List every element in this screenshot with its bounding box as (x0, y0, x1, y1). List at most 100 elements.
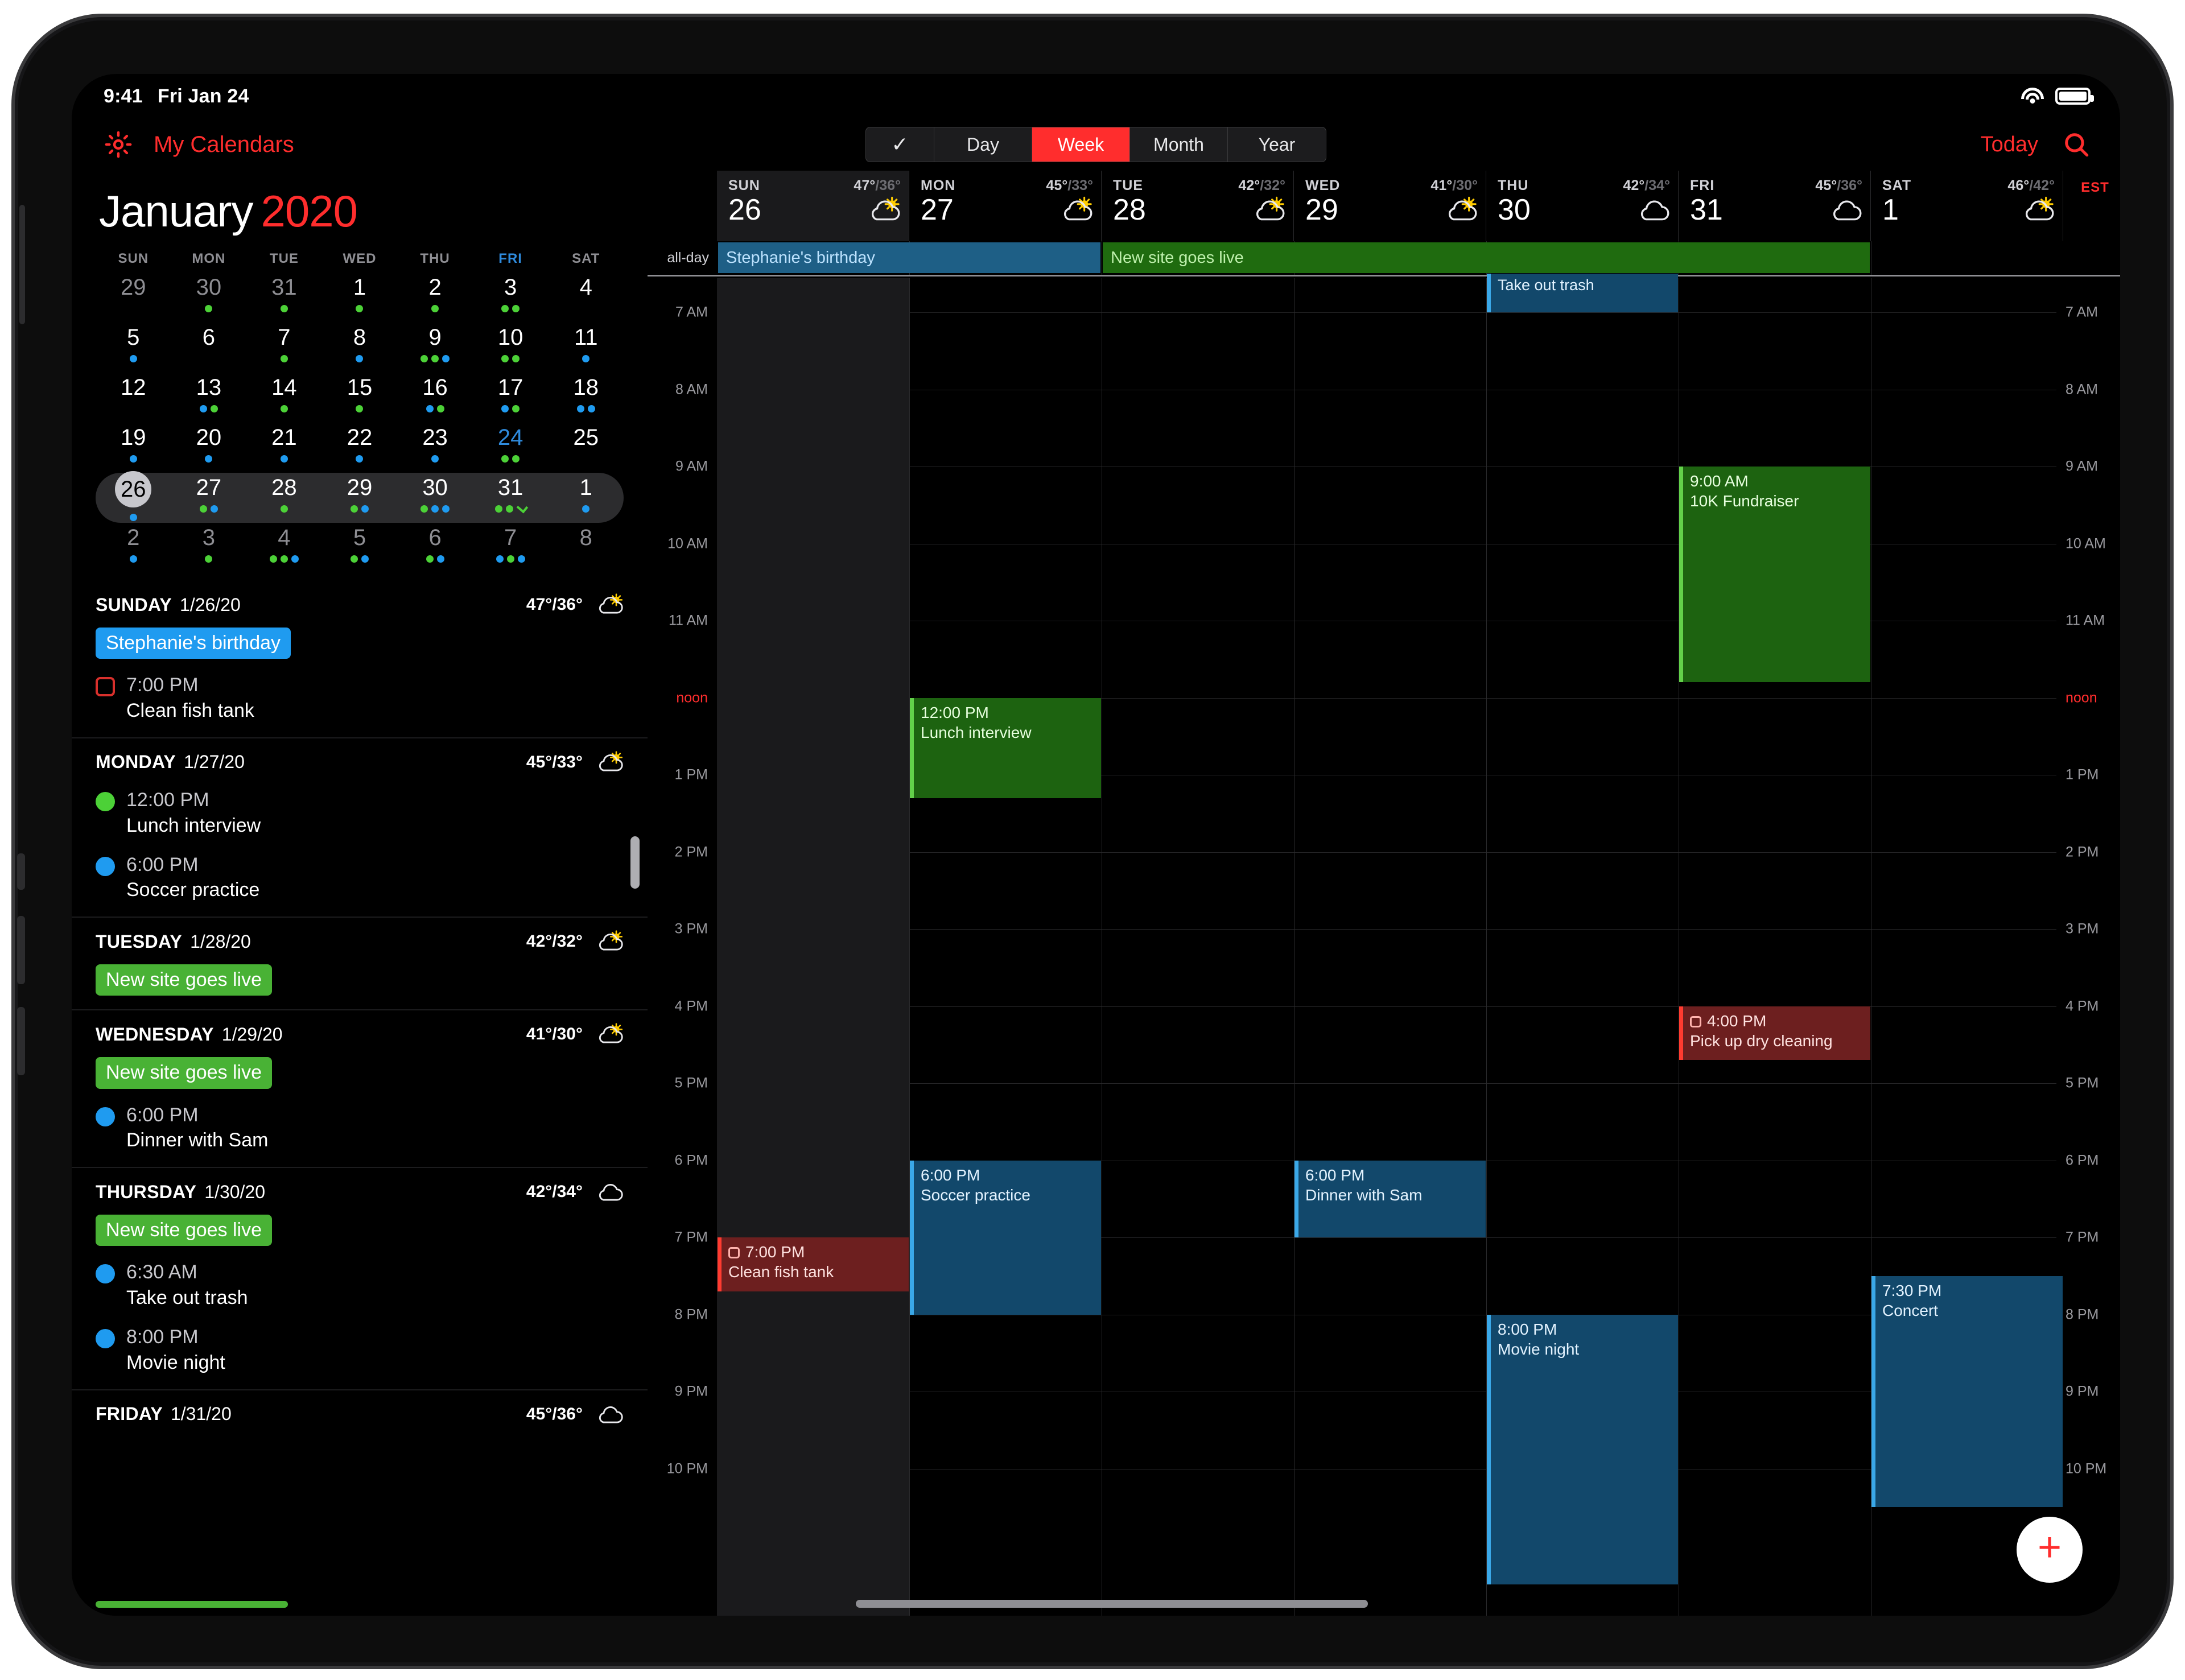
week-event[interactable]: 6:00 PMSoccer practice (910, 1161, 1101, 1315)
mini-cal-day-2[interactable]: 2 (397, 273, 473, 323)
tab-week[interactable]: Week (1032, 127, 1130, 162)
agenda-event-item[interactable]: 7:00 PMClean fish tank (96, 672, 624, 724)
week-event[interactable]: 9:00 AM10K Fundraiser (1679, 467, 1870, 682)
mini-cal-day-19[interactable]: 19 (96, 423, 171, 473)
search-icon[interactable] (2062, 130, 2091, 159)
mini-cal-day-9[interactable]: 9 (397, 323, 473, 373)
mini-cal-day-31[interactable]: 31 (246, 273, 322, 323)
mini-cal-event-dots (200, 404, 218, 412)
mini-cal-day-11[interactable]: 11 (548, 323, 624, 373)
mini-cal-day-5[interactable]: 5 (322, 523, 398, 573)
agenda-allday-event[interactable]: New site goes live (96, 1057, 272, 1088)
mini-cal-day-5[interactable]: 5 (96, 323, 171, 373)
mini-cal-day-30[interactable]: 30 (397, 473, 473, 523)
agenda-allday-event[interactable]: New site goes live (96, 964, 272, 996)
mini-cal-day-4[interactable]: 4 (246, 523, 322, 573)
week-day-column-header-sat[interactable]: SAT46°/42°1 (1871, 171, 2063, 241)
mini-cal-day-26[interactable]: 26 (96, 473, 171, 523)
today-button[interactable]: Today (1981, 133, 2038, 157)
mini-cal-day-21[interactable]: 21 (246, 423, 322, 473)
mini-cal-day-20[interactable]: 20 (171, 423, 247, 473)
tab-day[interactable]: Day (934, 127, 1032, 162)
view-mode-segmented-control[interactable]: ✓DayWeekMonthYear (865, 127, 1326, 162)
week-day-column-header-wed[interactable]: WED41°/30°29 (1294, 171, 1486, 241)
mini-cal-day-6[interactable]: 6 (171, 323, 247, 373)
week-event[interactable]: 12:00 PMLunch interview (910, 698, 1101, 798)
mini-cal-day-17[interactable]: 17 (473, 373, 549, 423)
mini-cal-day-23[interactable]: 23 (397, 423, 473, 473)
mini-cal-day-10[interactable]: 10 (473, 323, 549, 373)
tab-month[interactable]: Month (1130, 127, 1228, 162)
event-dot (501, 305, 509, 312)
agenda-event-item[interactable]: 6:00 PMSoccer practice (96, 852, 624, 903)
mini-cal-day-1[interactable]: 1 (548, 473, 624, 523)
gear-icon[interactable] (104, 130, 133, 159)
mini-calendar[interactable]: SUNMONTUEWEDTHUFRISAT 293031123456789101… (72, 245, 648, 573)
mini-cal-day-29[interactable]: 29 (96, 273, 171, 323)
week-event[interactable]: 8:00 PMMovie night (1487, 1315, 1678, 1584)
mini-cal-day-16[interactable]: 16 (397, 373, 473, 423)
mini-cal-day-18[interactable]: 18 (548, 373, 624, 423)
week-day-column-header-tue[interactable]: TUE42°/32°28 (1102, 171, 1294, 241)
volume-down-button[interactable] (17, 1007, 25, 1075)
week-allday-event[interactable]: New site goes live (1103, 242, 1870, 273)
mini-cal-day-4[interactable]: 4 (548, 273, 624, 323)
week-day-column-header-fri[interactable]: FRI45°/36°31 (1679, 171, 1871, 241)
mini-cal-day-2[interactable]: 2 (96, 523, 171, 573)
reminder-checkbox-icon[interactable] (728, 1247, 740, 1258)
week-event[interactable]: 4:00 PMPick up dry cleaning (1679, 1006, 1870, 1060)
agenda-event-item[interactable]: 8:00 PMMovie night (96, 1324, 624, 1376)
mini-cal-day-22[interactable]: 22 (322, 423, 398, 473)
horizontal-scrollbar[interactable] (856, 1600, 1368, 1608)
week-day-column-header-thu[interactable]: THU42°/34°30 (1486, 171, 1679, 241)
week-event[interactable]: 7:30 PMConcert (1871, 1276, 2063, 1508)
mini-cal-day-8[interactable]: 8 (548, 523, 624, 573)
mini-cal-day-14[interactable]: 14 (246, 373, 322, 423)
week-event[interactable]: 7:00 PMClean fish tank (718, 1237, 909, 1291)
mini-cal-day-31[interactable]: 31 (473, 473, 549, 523)
mini-cal-day-27[interactable]: 27 (171, 473, 247, 523)
mini-cal-day-7[interactable]: 7 (246, 323, 322, 373)
agenda-event-item[interactable]: 6:00 PMDinner with Sam (96, 1103, 624, 1154)
mini-cal-day-3[interactable]: 3 (473, 273, 549, 323)
mini-cal-day-25[interactable]: 25 (548, 423, 624, 473)
reminder-checkbox-icon[interactable] (1690, 1016, 1701, 1027)
mini-cal-day-number: 17 (498, 376, 523, 399)
mini-cal-day-29[interactable]: 29 (322, 473, 398, 523)
mini-cal-day-24[interactable]: 24 (473, 423, 549, 473)
agenda-allday-event[interactable]: Stephanie's birthday (96, 628, 291, 659)
my-calendars-button[interactable]: My Calendars (154, 132, 294, 158)
event-dot (431, 355, 439, 362)
mini-cal-day-13[interactable]: 13 (171, 373, 247, 423)
mini-cal-day-7[interactable]: 7 (473, 523, 549, 573)
week-allday-event[interactable]: Stephanie's birthday (718, 242, 1100, 273)
mini-cal-day-8[interactable]: 8 (322, 323, 398, 373)
volume-up-button[interactable] (17, 916, 25, 984)
mini-cal-day-3[interactable]: 3 (171, 523, 247, 573)
sidebar-scrollbar[interactable] (630, 836, 640, 889)
mini-cal-day-6[interactable]: 6 (397, 523, 473, 573)
agenda-event-item[interactable]: 6:30 AMTake out trash (96, 1260, 624, 1311)
week-col-daynumber: 30 (1498, 195, 1531, 225)
mini-cal-day-30[interactable]: 30 (171, 273, 247, 323)
agenda-list[interactable]: SUNDAY1/26/2047°/36°Stephanie's birthday… (72, 581, 648, 1439)
week-day-column-header-sun[interactable]: SUN47°/36°26 (717, 171, 909, 241)
mini-cal-day-15[interactable]: 15 (322, 373, 398, 423)
mini-cal-day-12[interactable]: 12 (96, 373, 171, 423)
tab-check[interactable]: ✓ (866, 127, 934, 162)
tab-year[interactable]: Year (1228, 127, 1326, 162)
all-day-events-area[interactable]: Stephanie's birthdayNew site goes live (717, 241, 2056, 275)
time-grid[interactable]: Take out trash9:00 AM10K Fundraiser12:00… (717, 278, 2056, 1616)
event-dot (442, 505, 450, 513)
add-event-button[interactable]: + (2017, 1517, 2083, 1583)
mini-cal-day-1[interactable]: 1 (322, 273, 398, 323)
mini-calendar-weeks: 2930311234567891011121314151617181920212… (96, 273, 624, 573)
power-button[interactable] (19, 205, 25, 324)
agenda-allday-event[interactable]: New site goes live (96, 1215, 272, 1246)
week-day-column-header-mon[interactable]: MON45°/33°27 (909, 171, 1102, 241)
mini-cal-day-28[interactable]: 28 (246, 473, 322, 523)
week-event[interactable]: 6:00 PMDinner with Sam (1294, 1161, 1486, 1238)
mini-cal-day-number: 25 (573, 426, 599, 449)
agenda-event-item[interactable]: 12:00 PMLunch interview (96, 787, 624, 839)
week-event[interactable]: Take out trash (1487, 274, 1678, 312)
